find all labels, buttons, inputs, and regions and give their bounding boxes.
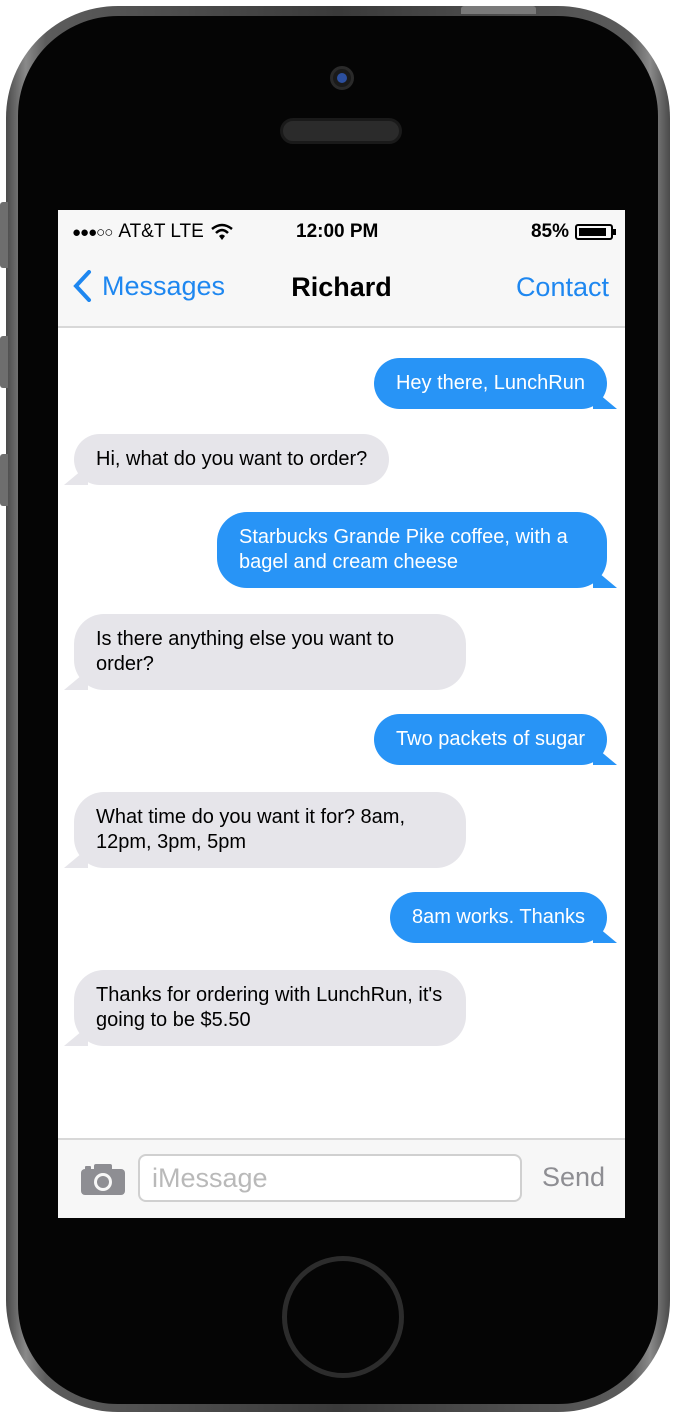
status-bar: ●●●○○ AT&T LTE 12:00 PM 85% [58,210,625,252]
earpiece-speaker [280,118,402,144]
message-bubble-outgoing: Starbucks Grande Pike coffee, with a bag… [217,512,617,588]
signal-strength-icon: ●●●○○ [72,223,113,241]
contact-button[interactable]: Contact [516,272,609,303]
message-input[interactable] [138,1154,522,1202]
send-button[interactable]: Send [542,1162,605,1193]
message-bubble-incoming: Hi, what do you want to order? [63,434,390,485]
camera-icon[interactable] [80,1162,126,1196]
front-camera [330,66,354,90]
message-bubble-outgoing: 8am works. Thanks [389,892,618,943]
volume-down-button [0,454,8,506]
wifi-icon [211,223,233,240]
message-bubble-incoming: Thanks for ordering with LunchRun, it's … [64,970,466,1046]
message-bubble-incoming: Is there anything else you want to order… [64,614,466,690]
navigation-bar: Messages Richard Contact [58,252,625,328]
message-thread[interactable]: Hey there, LunchRun Hi, what do you want… [58,330,625,1140]
clock: 12:00 PM [296,221,379,242]
message-bubble-outgoing: Two packets of sugar [374,714,617,765]
message-composer: Send [58,1138,625,1218]
home-button[interactable] [282,1256,404,1378]
carrier-label: AT&T LTE [118,221,204,242]
volume-up-button [0,336,8,388]
power-button [461,6,536,14]
battery-icon [575,224,616,240]
status-left: ●●●○○ AT&T LTE [72,221,234,243]
mute-switch [0,202,8,268]
message-bubble-incoming: What time do you want it for? 8am, 12pm,… [64,792,466,868]
status-right: 85% [530,221,616,243]
screen: ●●●○○ AT&T LTE 12:00 PM 85% Messages Ric… [58,210,625,1218]
battery-percentage: 85% [530,221,569,242]
message-bubble-outgoing: Hey there, LunchRun [373,358,618,409]
